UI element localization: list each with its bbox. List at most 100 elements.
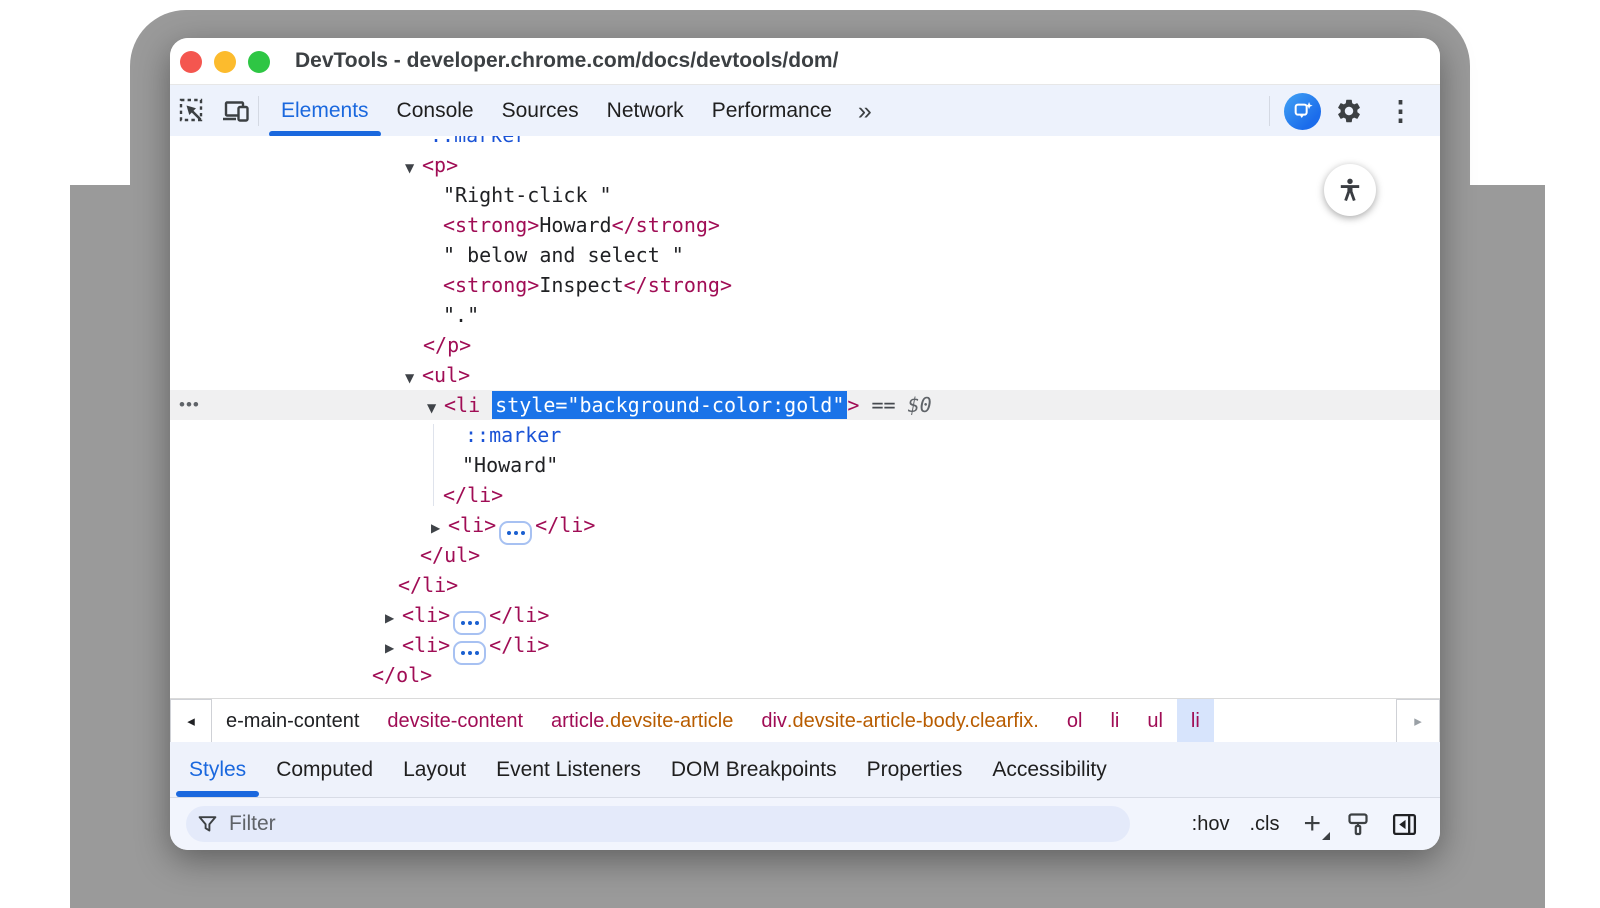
breadcrumb-segment: devsite-content	[387, 710, 523, 733]
dom-tree-node[interactable]: </li>	[170, 480, 1440, 510]
dom-tree-node[interactable]: ▶<li></li>	[170, 630, 1440, 660]
tab-properties[interactable]: Properties	[852, 742, 978, 797]
dom-tree: ::marker▼<p>"Right-click "<strong>Howard…	[170, 136, 1440, 698]
dom-token: <li>	[448, 513, 496, 537]
breadcrumb-item[interactable]: li	[1177, 699, 1214, 743]
dom-token: $0	[908, 393, 932, 417]
dom-tree-node[interactable]: "Right-click "	[170, 180, 1440, 210]
ai-assistance-icon[interactable]	[1284, 93, 1321, 130]
dom-token: <li>	[402, 633, 450, 657]
breadcrumb-segment: li	[1191, 710, 1200, 733]
styles-toolbar: :hov .cls +	[170, 797, 1440, 850]
dom-tree-node[interactable]: </p>	[170, 330, 1440, 360]
dom-tree-node[interactable]: <strong>Inspect</strong>	[170, 270, 1440, 300]
dom-token: <strong>	[443, 213, 539, 237]
dom-tree-node[interactable]: ▶<li> </li>	[170, 510, 1440, 540]
tab-layout[interactable]: Layout	[388, 742, 481, 797]
minimize-window-button[interactable]	[214, 51, 236, 73]
expand-arrow-icon[interactable]: ▶	[385, 633, 402, 663]
device-toolbar-icon[interactable]	[214, 89, 258, 133]
tab-dom-breakpoints[interactable]: DOM Breakpoints	[656, 742, 852, 797]
dom-tree-node[interactable]: <strong>Howard</strong>	[170, 210, 1440, 240]
tab-styles[interactable]: Styles	[174, 742, 261, 797]
dom-token: "Howard"	[462, 453, 558, 477]
settings-gear-icon[interactable]	[1327, 89, 1371, 133]
dom-tree-node[interactable]: ▶<li> </li>	[170, 600, 1440, 630]
filter-funnel-icon	[198, 815, 217, 833]
breadcrumb-item[interactable]: article.devsite-article	[537, 699, 747, 743]
devtools-window: DevTools - developer.chrome.com/docs/dev…	[170, 38, 1440, 850]
breadcrumb-forward-icon[interactable]: ▸	[1396, 699, 1440, 743]
tab-console[interactable]: Console	[383, 85, 488, 137]
dom-tree-node[interactable]: " below and select "	[170, 240, 1440, 270]
expand-arrow-icon[interactable]: ▶	[385, 603, 402, 633]
selected-attribute-text[interactable]: style="background-color:gold"	[492, 391, 847, 419]
dom-token: </li>	[443, 483, 503, 507]
breadcrumb-bar: ◂ e-main-content devsite-content article.d…	[170, 698, 1440, 743]
breadcrumb-item[interactable]: devsite-content	[373, 699, 537, 743]
dom-tree-node[interactable]: •••▼<li style="background-color:gold"> =…	[170, 390, 1440, 420]
tab-performance[interactable]: Performance	[698, 85, 846, 137]
breadcrumb-item[interactable]: ul	[1133, 699, 1177, 743]
dom-token: <li>	[402, 603, 450, 627]
devtools-toolbar: ElementsConsoleSourcesNetworkPerformance…	[170, 84, 1440, 137]
breadcrumb-item[interactable]: div.devsite-article-body.clearfix.	[747, 699, 1053, 743]
dom-tree-node[interactable]: ▼<p>	[170, 150, 1440, 180]
new-style-rule-icon[interactable]: +	[1299, 809, 1325, 839]
dom-token: " below and select "	[443, 243, 684, 267]
breadcrumb: e-main-content devsite-content article.dev…	[212, 699, 1214, 743]
breadcrumb-item[interactable]: e-main-content	[212, 699, 373, 743]
accessibility-fab-icon[interactable]	[1324, 164, 1376, 216]
dom-token: <strong>	[443, 273, 539, 297]
dom-token: </li>	[535, 513, 595, 537]
more-tabs-icon[interactable]: »	[846, 85, 884, 137]
node-options-ellipsis-icon[interactable]: •••	[179, 390, 200, 420]
close-window-button[interactable]	[180, 51, 202, 73]
dom-tree-node[interactable]: ::marker	[170, 136, 1440, 150]
tab-accessibility[interactable]: Accessibility	[977, 742, 1121, 797]
dom-token: Inspect	[539, 273, 623, 297]
dom-token: </strong>	[612, 213, 720, 237]
dom-token: ::marker	[465, 423, 561, 447]
breadcrumb-item[interactable]: ol	[1053, 699, 1097, 743]
dom-token	[480, 393, 492, 417]
breadcrumb-item[interactable]: li	[1096, 699, 1133, 743]
dom-tree-node[interactable]: </ol>	[170, 660, 1440, 690]
rendering-brush-icon[interactable]	[1345, 811, 1371, 837]
collapse-arrow-icon[interactable]: ▼	[405, 363, 422, 393]
dom-tree-node[interactable]: "."	[170, 300, 1440, 330]
inspect-element-icon[interactable]	[170, 89, 214, 133]
tab-elements[interactable]: Elements	[267, 85, 383, 137]
window-title: DevTools - developer.chrome.com/docs/dev…	[295, 38, 838, 84]
dom-token: >	[847, 393, 859, 417]
dom-tree-node[interactable]: </ul>	[170, 540, 1440, 570]
tab-event-listeners[interactable]: Event Listeners	[481, 742, 656, 797]
dom-token	[896, 393, 908, 417]
dom-tree-node[interactable]: ::marker	[170, 420, 1440, 450]
more-options-icon[interactable]: ⋮	[1377, 89, 1424, 133]
element-classes-button[interactable]: .cls	[1249, 813, 1279, 836]
dom-tree-node[interactable]: ▼<ul>	[170, 360, 1440, 390]
tab-network[interactable]: Network	[593, 85, 698, 137]
collapse-arrow-icon[interactable]: ▼	[427, 393, 444, 423]
collapse-arrow-icon[interactable]: ▼	[405, 153, 422, 183]
panel-tabs: ElementsConsoleSourcesNetworkPerformance	[267, 85, 846, 137]
toggle-sidebar-icon[interactable]	[1391, 811, 1418, 838]
zoom-window-button[interactable]	[248, 51, 270, 73]
toggle-element-state-button[interactable]: :hov	[1192, 813, 1230, 836]
dom-token: "."	[443, 303, 479, 327]
dom-tree-node[interactable]: </li>	[170, 570, 1440, 600]
styles-actions: :hov .cls +	[1192, 809, 1440, 839]
sidebar-pane-tabs: StylesComputedLayoutEvent ListenersDOM B…	[170, 742, 1440, 797]
expand-arrow-icon[interactable]: ▶	[431, 513, 448, 543]
dom-token	[859, 393, 871, 417]
dom-token: </li>	[489, 603, 549, 627]
dom-token: </ol>	[372, 663, 432, 687]
breadcrumb-segment: .devsite-article-body.clearfix.	[787, 710, 1039, 733]
tab-sources[interactable]: Sources	[488, 85, 593, 137]
dom-token: ::marker	[430, 136, 526, 147]
tab-computed[interactable]: Computed	[261, 742, 388, 797]
styles-filter-input[interactable]	[227, 811, 1118, 837]
breadcrumb-back-icon[interactable]: ◂	[170, 699, 212, 743]
dom-tree-node[interactable]: "Howard"	[170, 450, 1440, 480]
